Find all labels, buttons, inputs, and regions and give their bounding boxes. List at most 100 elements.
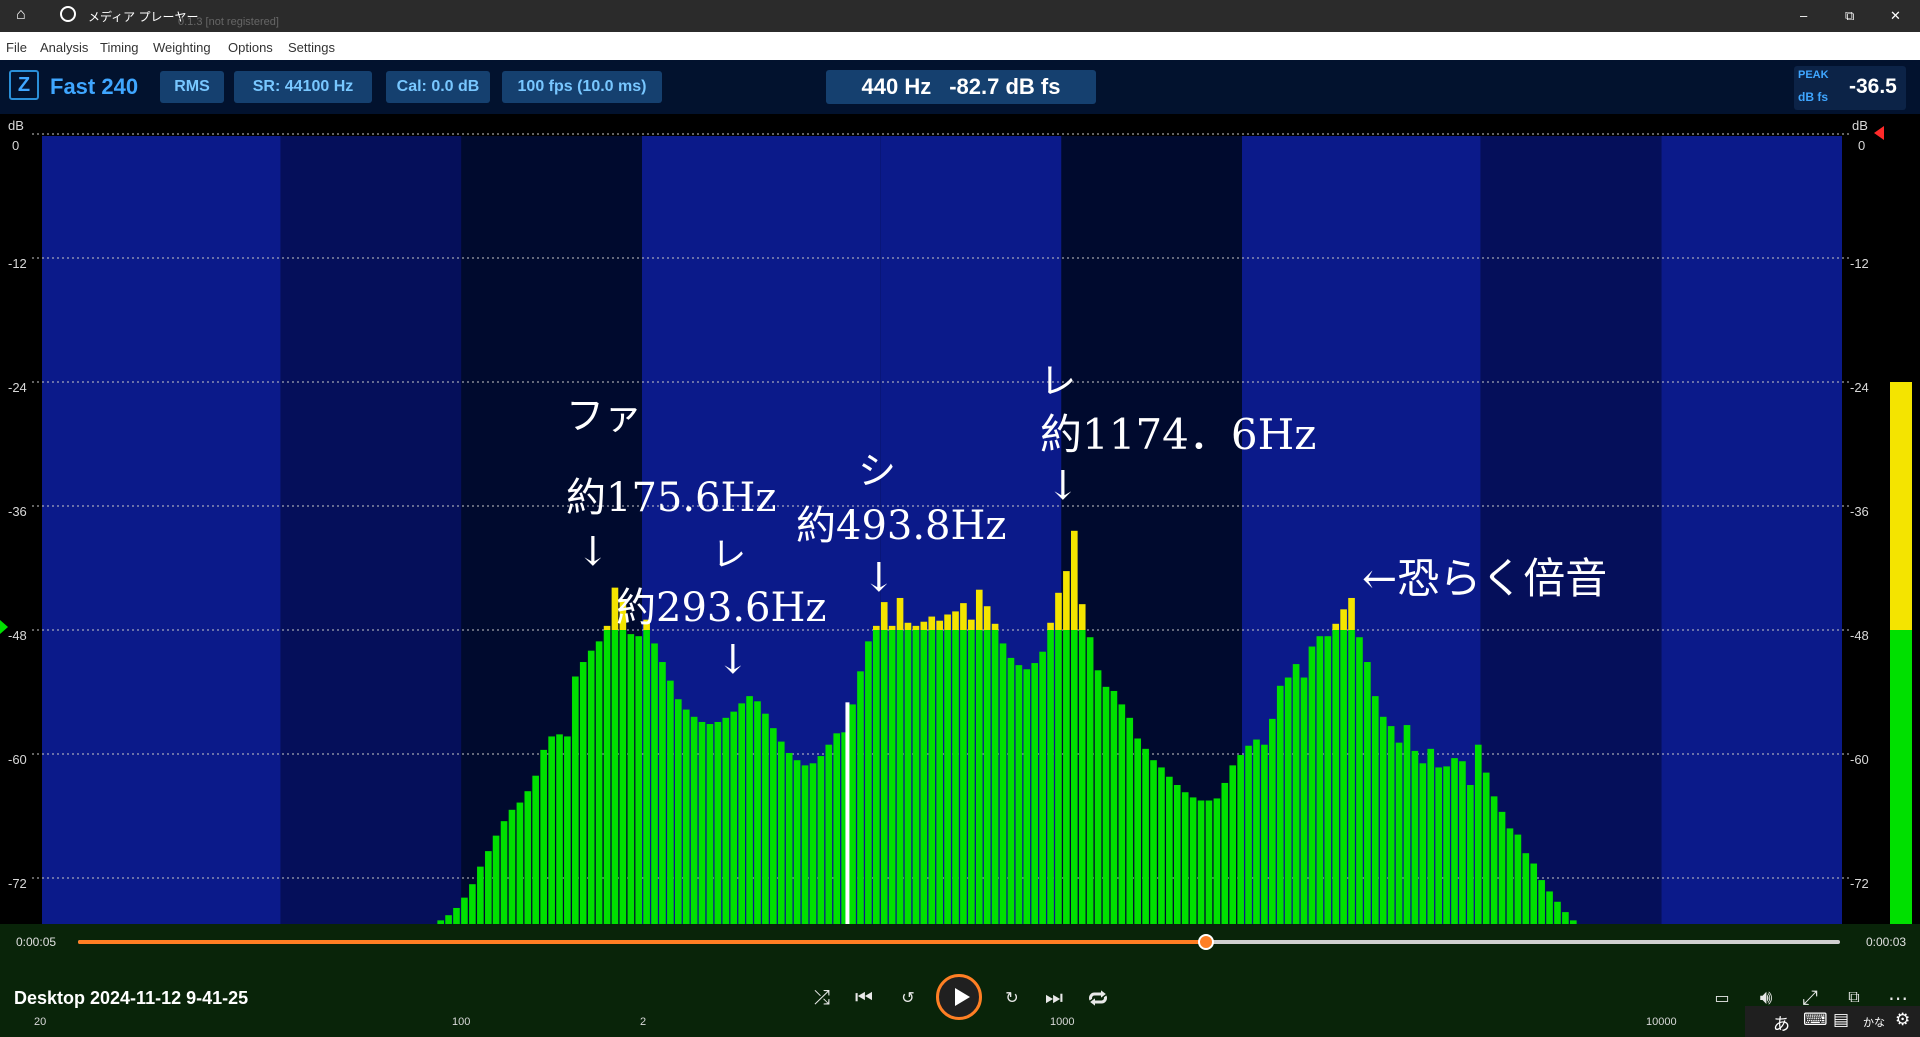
spectrum-bar	[777, 741, 785, 924]
spectrum-bar	[1387, 726, 1395, 924]
sample-rate-button[interactable]: SR: 44100 Hz	[234, 71, 372, 103]
spectrum-bar	[975, 630, 983, 924]
ime-kana-indicator[interactable]: かな	[1863, 1014, 1885, 1030]
play-icon	[955, 988, 970, 1006]
spectrum-bar	[722, 717, 730, 924]
z-weighting-button[interactable]: Z	[9, 70, 39, 100]
y-tick-minus36: -36	[8, 504, 27, 519]
y-tick-minus24-right: -24	[1850, 380, 1869, 395]
elapsed-time: 0:00:05	[16, 935, 57, 949]
spectrum-bar-peak	[936, 620, 943, 630]
spectrum-bar	[825, 744, 833, 924]
spectrum-bar	[1530, 863, 1538, 924]
spectrum-bar	[1522, 853, 1530, 924]
y-tick-minus12: -12	[8, 256, 27, 271]
spectrum-bar	[603, 630, 611, 924]
spectrum-bar	[1316, 636, 1324, 924]
spectrum-bar	[770, 728, 777, 924]
seek-thumb[interactable]	[1197, 934, 1214, 950]
readout-level: -82.7 dB fs	[949, 74, 1061, 99]
spectrum-bar	[1371, 696, 1379, 924]
spectrum-bar	[920, 630, 928, 924]
x-tick-2: 2	[640, 1016, 647, 1028]
menu-file[interactable]: File	[6, 40, 27, 55]
settings-gear-icon[interactable]: ⚙︎	[1895, 1010, 1910, 1030]
menu-analysis[interactable]: Analysis	[40, 40, 88, 55]
forward-30-icon[interactable]: ↻	[1000, 986, 1024, 1010]
seek-bar-progress	[78, 940, 1206, 944]
annotation-si-frequency: 約493.8Hz	[796, 503, 1007, 549]
ime-pad-icon[interactable]: ⌨︎	[1803, 1010, 1828, 1030]
menu-timing[interactable]: Timing	[100, 40, 139, 55]
close-button[interactable]: ✕	[1890, 8, 1901, 24]
spectrum-bar	[857, 671, 864, 924]
fps-button[interactable]: 100 fps (10.0 ms)	[502, 71, 662, 103]
spectrum-bar-peak	[1332, 623, 1340, 630]
taskbar-tray: あ ⌨︎ ▤ かな ⚙︎	[1745, 1006, 1920, 1037]
remaining-time: 0:00:03	[1866, 935, 1907, 949]
y-axis-unit-left: dB	[8, 118, 24, 133]
annotation-re2-arrow: ↓	[1046, 463, 1080, 509]
peak-level-meter	[1890, 382, 1912, 924]
spectrum-bar	[1253, 739, 1260, 924]
spectrum-bar	[1451, 758, 1458, 924]
spectrum-bar	[1324, 636, 1332, 924]
spectrum-bar	[1474, 744, 1482, 924]
spectrum-bar-peak	[1071, 530, 1078, 630]
spectrum-bar	[611, 630, 619, 924]
spectrum-bar	[492, 835, 500, 924]
menu-weighting[interactable]: Weighting	[153, 40, 211, 55]
calibration-button[interactable]: Cal: 0.0 dB	[386, 71, 490, 103]
play-button[interactable]	[936, 974, 982, 1020]
rms-button[interactable]: RMS	[160, 71, 224, 103]
shuffle-icon[interactable]: ⤮	[810, 986, 834, 1010]
analyzer-toolbar: Z Fast 240 RMS SR: 44100 Hz Cal: 0.0 dB …	[0, 60, 1920, 114]
spectrum-bar	[1245, 745, 1252, 924]
menu-options[interactable]: Options	[228, 40, 273, 55]
left-level-marker-icon	[0, 620, 8, 634]
spectrum-bar-peak	[912, 625, 920, 630]
spectrum-bar	[1300, 677, 1308, 924]
spectrum-bar	[1292, 664, 1300, 924]
ime-mode-indicator[interactable]: あ	[1773, 1010, 1790, 1035]
minimize-button[interactable]: –	[1800, 8, 1807, 23]
spectrum-bar	[1348, 630, 1355, 924]
previous-icon[interactable]: ⏮	[852, 986, 876, 1010]
spectrum-bar	[714, 721, 722, 924]
spectrum-bar-peak	[880, 602, 888, 630]
notes-icon[interactable]: ▤	[1833, 1010, 1849, 1030]
spectrum-bar	[500, 821, 508, 924]
background-band	[1661, 136, 1842, 924]
spectrum-bar	[904, 630, 912, 924]
repeat-icon[interactable]: 🔁︎	[1086, 986, 1110, 1011]
home-icon[interactable]: ⌂	[16, 6, 26, 24]
spectrum-bar	[1411, 750, 1419, 924]
mode-label[interactable]: Fast 240	[50, 74, 138, 100]
seek-bar[interactable]	[78, 934, 1840, 950]
spectrum-bar	[1173, 785, 1181, 924]
x-tick-100: 100	[452, 1016, 471, 1028]
spectrum-bar	[1332, 630, 1340, 924]
spectrum-bar	[698, 721, 706, 924]
y-tick-minus72: -72	[8, 876, 27, 891]
annotation-re1-frequency: 約293.6Hz	[616, 585, 827, 631]
spectrum-bar	[1435, 767, 1442, 924]
spectrum-bar	[524, 791, 532, 924]
spectrum-bar	[1007, 657, 1015, 924]
annotation-si-arrow: ↓	[862, 555, 896, 601]
y-tick-minus60-right: -60	[1850, 752, 1869, 767]
subtitles-icon[interactable]: ▭	[1710, 986, 1734, 1010]
rewind-10-icon[interactable]: ↺	[896, 986, 920, 1010]
peak-level-meter-yellow	[1890, 382, 1912, 630]
spectrum-bar	[1364, 662, 1371, 924]
menu-settings[interactable]: Settings	[288, 40, 335, 55]
app-logo-icon	[60, 6, 76, 22]
spectrum-bar	[1459, 761, 1466, 924]
spectrum-bar	[1039, 651, 1046, 924]
next-icon[interactable]: ⏭	[1042, 986, 1066, 1010]
restore-button[interactable]: ⧉	[1845, 8, 1854, 24]
spectrum-bar	[746, 696, 753, 924]
frequency-cursor[interactable]	[845, 702, 850, 924]
peak-unit: dB fs	[1798, 90, 1828, 104]
spectrum-bar	[540, 749, 547, 924]
